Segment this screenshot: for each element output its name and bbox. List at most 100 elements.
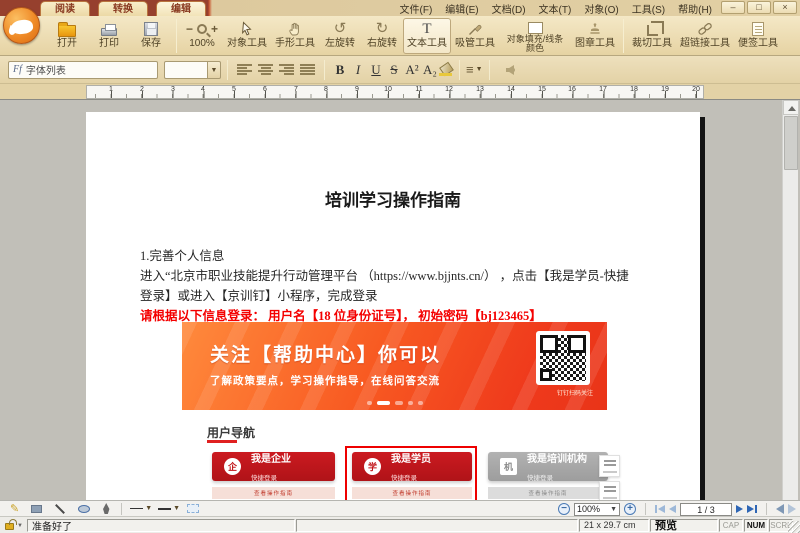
note-tool-button[interactable]: 便签工具 (734, 18, 782, 54)
tab-convert[interactable]: 转换 (98, 1, 148, 16)
zoom-in-icon[interactable]: + (211, 22, 218, 36)
text-tool-button[interactable]: T 文本工具 (403, 18, 451, 54)
align-center-icon[interactable] (258, 64, 273, 75)
main-toolbar: 打开 打印 保存 − + 100% 对象工具 (0, 16, 800, 56)
page-indicator[interactable]: 1 / 3 (680, 503, 732, 516)
font-size-dropdown[interactable] (164, 61, 208, 79)
font-size-dropdown-arrow-icon[interactable]: ▼ (208, 61, 221, 79)
align-justify-icon[interactable] (300, 64, 315, 75)
last-page-button[interactable] (747, 505, 757, 513)
pencil-tool-icon[interactable]: ✎ (10, 503, 19, 515)
underline-button[interactable]: U (367, 62, 385, 78)
chevron-down-icon: ▼ (476, 66, 483, 73)
scrollbar-thumb[interactable] (784, 116, 798, 170)
magnifier-icon (197, 24, 207, 34)
stamp-tool-button[interactable]: 图章工具 (571, 18, 619, 54)
font-family-dropdown[interactable]: Ff 字体列表 (8, 61, 158, 79)
carousel-dot (367, 401, 372, 405)
line-width-dropdown[interactable]: ▼ (130, 505, 152, 512)
menu-object[interactable]: 对象(O) (584, 1, 618, 16)
drawing-toolbar: ✎ ▼ ▼ − 100% ▼ + 1 / 3 (0, 500, 800, 516)
chevron-down-icon[interactable]: ▼ (17, 523, 23, 529)
zoom-out-button[interactable]: − (558, 503, 570, 515)
toolbar-separator (766, 503, 767, 515)
toolbar-separator (623, 19, 624, 53)
line-spacing-dropdown[interactable]: ≡ ▼ (466, 62, 483, 77)
chevron-down-icon: ▼ (145, 505, 152, 512)
print-button[interactable]: 打印 (88, 18, 130, 54)
undo-icon[interactable] (506, 65, 514, 75)
resize-grip[interactable] (788, 521, 800, 533)
save-button[interactable]: 保存 (130, 18, 172, 54)
zoom-out-icon[interactable]: − (186, 22, 193, 36)
scroll-up-icon[interactable] (783, 100, 799, 115)
fill-line-color-button[interactable]: 对象填充/线条颜色 (499, 18, 571, 54)
view-mode-field: 预览 (650, 519, 718, 532)
zoom-in-button[interactable]: + (624, 503, 636, 515)
font-badge-icon: Ff (13, 64, 22, 75)
hyperlink-tool-button[interactable]: 超链接工具 (676, 18, 734, 54)
object-tool-button[interactable]: 对象工具 (223, 18, 271, 54)
carousel-dots (182, 401, 607, 405)
document-title: 培训学习操作指南 (86, 186, 700, 211)
toolbar-separator (324, 60, 325, 80)
vertical-scrollbar[interactable] (782, 100, 798, 500)
hand-tool-button[interactable]: 手形工具 (271, 18, 319, 54)
printer-icon (101, 28, 117, 36)
minimize-button[interactable]: – (721, 1, 745, 14)
view-forward-button[interactable] (788, 504, 796, 514)
zoom-control[interactable]: − + 100% (181, 18, 223, 54)
bold-button[interactable]: B (331, 62, 349, 78)
line-tool-icon[interactable] (55, 504, 65, 514)
align-right-icon[interactable] (279, 64, 294, 75)
eyedropper-tool-button[interactable]: 吸管工具 (451, 18, 499, 54)
maximize-button[interactable]: □ (747, 1, 771, 14)
open-button[interactable]: 打开 (46, 18, 88, 54)
carousel-dot (418, 401, 423, 405)
pen-tool-icon[interactable] (102, 503, 110, 514)
rectangle-tool-icon[interactable] (31, 505, 42, 513)
menu-edit[interactable]: 编辑(E) (445, 1, 478, 16)
menu-file[interactable]: 文件(F) (400, 1, 433, 16)
crop-tool-button[interactable]: 裁切工具 (628, 18, 676, 54)
italic-button[interactable]: I (349, 62, 367, 78)
enterprise-icon: 企 (224, 458, 241, 475)
next-page-button[interactable] (736, 505, 743, 513)
zoom-level-dropdown[interactable]: 100% ▼ (574, 503, 620, 516)
chevron-down-icon: ▼ (610, 506, 617, 513)
thick-line-icon (158, 508, 171, 510)
first-page-button[interactable] (655, 505, 665, 513)
menu-document[interactable]: 文档(D) (492, 1, 526, 16)
unlock-icon[interactable] (5, 523, 14, 530)
heading-underline (207, 440, 237, 443)
horizontal-ruler: 1 2 3 4 5 6 7 8 9 10 11 12 13 14 15 16 1… (86, 85, 704, 99)
rotate-left-button[interactable]: ↺ 左旋转 (319, 18, 361, 54)
link-icon (697, 20, 713, 38)
subscript-button[interactable]: A₂ (421, 62, 439, 78)
close-button[interactable]: × (773, 1, 797, 14)
menu-help[interactable]: 帮助(H) (678, 1, 712, 16)
highlighter-icon[interactable] (439, 64, 453, 76)
eyedropper-icon (467, 20, 483, 38)
superscript-button[interactable]: A² (403, 62, 421, 78)
menu-text[interactable]: 文本(T) (539, 1, 572, 16)
ellipse-tool-icon[interactable] (78, 505, 90, 513)
zoom-percent-label: 100% (189, 38, 215, 49)
document-paragraph: 1.完善个人信息 进入“北京市职业技能提升行动管理平台 （https://www… (140, 246, 680, 326)
view-back-button[interactable] (776, 504, 784, 514)
selection-rect-icon[interactable] (187, 504, 199, 513)
rotate-right-button[interactable]: ↻ 右旋转 (361, 18, 403, 54)
line-style-dropdown[interactable]: ▼ (158, 505, 180, 512)
tab-read[interactable]: 阅读 (40, 1, 90, 16)
color-swatch-icon (528, 22, 543, 34)
crop-icon (647, 25, 658, 36)
prev-page-button[interactable] (669, 505, 676, 513)
tab-edit[interactable]: 编辑 (156, 1, 206, 16)
font-family-value: 字体列表 (26, 62, 66, 77)
titlebar: 阅读 转换 编辑 文件(F) 编辑(E) 文档(D) 文本(T) 对象(O) 工… (0, 0, 800, 16)
menu-tools[interactable]: 工具(S) (632, 1, 665, 16)
app-logo-elephant-icon[interactable] (3, 7, 40, 44)
strikethrough-button[interactable]: S (385, 62, 403, 78)
align-left-icon[interactable] (237, 64, 252, 75)
menu-bar: 文件(F) 编辑(E) 文档(D) 文本(T) 对象(O) 工具(S) 帮助(H… (400, 0, 712, 16)
